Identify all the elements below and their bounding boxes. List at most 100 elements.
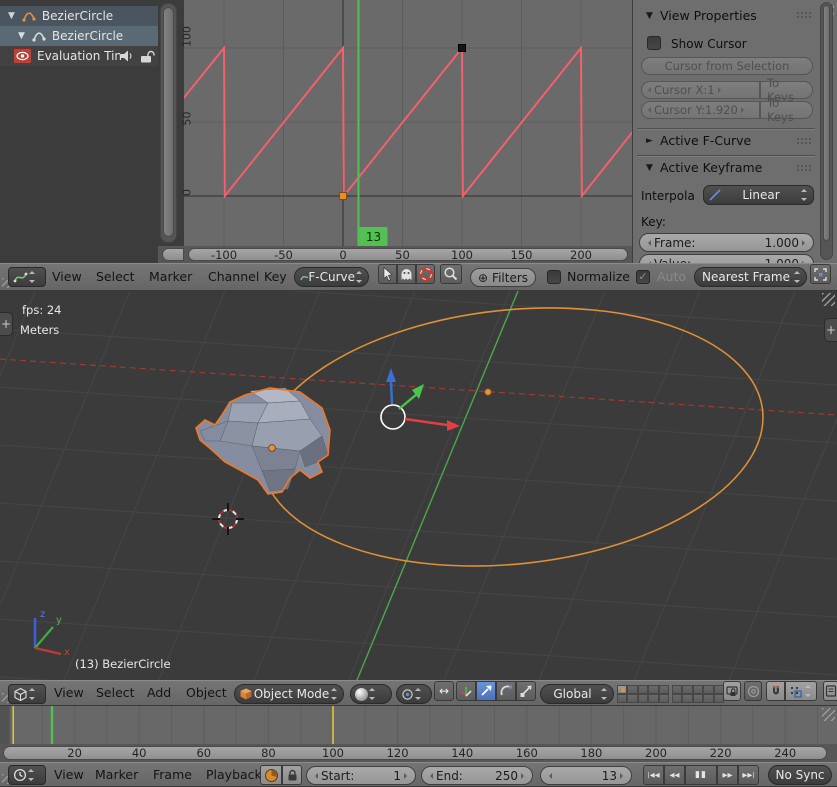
keyframe-frame-field[interactable]: Frame: 1.000 xyxy=(639,233,814,252)
panel-collapse-icon[interactable]: ► xyxy=(646,136,653,146)
render-ops-button[interactable] xyxy=(823,681,837,701)
current-frame-field[interactable]: 13 xyxy=(540,766,632,785)
panel-title[interactable]: Active Keyframe xyxy=(660,160,762,175)
cursor-y-field[interactable]: Cursor Y: 1.920 xyxy=(641,101,760,119)
keyframe-point[interactable] xyxy=(459,45,466,52)
channel-row-beziercircle-action[interactable]: ▼ BezierCircle xyxy=(0,26,158,46)
jump-to-start-button[interactable]: |◀◀ xyxy=(643,765,664,785)
menu-object[interactable]: Object xyxy=(186,685,227,700)
cursor-x-field[interactable]: Cursor X: 1 xyxy=(641,81,760,99)
pivot-point-dropdown[interactable] xyxy=(396,684,432,704)
layer-toggle[interactable] xyxy=(627,694,637,703)
channel-label[interactable]: BezierCircle xyxy=(42,9,113,23)
fcurve-sample-button[interactable] xyxy=(416,264,435,284)
menu-select[interactable]: Select xyxy=(96,685,135,700)
transform-axes-button[interactable] xyxy=(456,681,476,701)
interpolation-dropdown[interactable]: Linear xyxy=(703,185,814,205)
layer-toggle[interactable] xyxy=(659,694,669,703)
channel-label[interactable]: Evaluation Tin xyxy=(37,49,122,63)
manipulator-x-arrow-icon[interactable] xyxy=(447,420,460,431)
region-corner-grip[interactable] xyxy=(822,293,835,306)
normalize-label[interactable]: Normalize xyxy=(567,269,630,284)
editor-type-dropdown[interactable] xyxy=(8,684,46,704)
menu-key[interactable]: Key xyxy=(264,269,287,284)
panel-collapse-icon[interactable]: ▼ xyxy=(646,163,653,173)
layer-toggle[interactable] xyxy=(682,694,692,703)
fcurve-mode-dropdown[interactable]: F-Curve xyxy=(294,267,369,287)
jump-to-end-button[interactable]: ▶▶| xyxy=(738,765,759,785)
graph-vertical-scrollbar[interactable] xyxy=(160,3,177,243)
menu-view[interactable]: View xyxy=(52,269,82,284)
channel-row-beziercircle-object[interactable]: ▼ BezierCircle xyxy=(0,6,158,26)
layer-toggle[interactable] xyxy=(682,685,692,694)
layer-toggle[interactable] xyxy=(638,685,648,694)
layer-toggle[interactable] xyxy=(693,685,703,694)
menu-view[interactable]: View xyxy=(54,685,84,700)
panel-drag-dots[interactable] xyxy=(796,164,811,171)
layer-toggle[interactable] xyxy=(672,694,682,703)
ghost-curves-button[interactable] xyxy=(397,264,416,284)
prev-keyframe-button[interactable]: ◀◀ xyxy=(664,765,685,785)
channel-label[interactable]: BezierCircle xyxy=(52,29,123,43)
sync-mode-dropdown[interactable]: No Sync xyxy=(768,765,832,785)
layer-toggle[interactable] xyxy=(659,685,669,694)
layer-toggle[interactable] xyxy=(627,685,637,694)
properties-expand-tab[interactable]: + xyxy=(824,318,837,342)
panel-title[interactable]: Active F-Curve xyxy=(660,133,751,148)
layer-toggle[interactable] xyxy=(703,685,713,694)
timeline-scrollbar[interactable]: 20406080100120140160180200220240 xyxy=(0,744,837,762)
circle-origin-point[interactable] xyxy=(485,389,492,396)
transform-orientation-dropdown[interactable]: Global xyxy=(540,684,614,704)
toolbar-expand-tab[interactable]: + xyxy=(0,312,13,336)
layers-group-2[interactable] xyxy=(672,685,724,703)
menu-marker[interactable]: Marker xyxy=(95,767,138,782)
channel-mute-speaker-icon[interactable] xyxy=(120,49,135,64)
cursor-from-selection-button[interactable]: Cursor from Selection xyxy=(641,57,813,75)
select-cursor-tool-button[interactable] xyxy=(378,264,397,284)
time-display-toggle-button[interactable] xyxy=(260,765,282,785)
keyframe-point[interactable] xyxy=(340,193,347,200)
layers-group-1[interactable] xyxy=(617,685,669,703)
show-cursor-checkbox[interactable] xyxy=(647,36,661,50)
panel-drag-dots[interactable] xyxy=(796,11,811,18)
normalize-checkbox[interactable] xyxy=(547,270,561,284)
menu-add[interactable]: Add xyxy=(147,685,171,700)
channel-unlock-icon[interactable] xyxy=(139,49,155,64)
menu-select[interactable]: Select xyxy=(96,269,135,284)
layer-toggle[interactable] xyxy=(648,694,658,703)
layer-toggle[interactable] xyxy=(693,694,703,703)
menu-frame[interactable]: Frame xyxy=(153,767,192,782)
viewport-3d[interactable]: fps: 24 Meters z y x (13) BezierCircle +… xyxy=(0,291,837,680)
copy-keyframes-button[interactable] xyxy=(810,264,831,284)
menu-channel[interactable]: Channel xyxy=(208,269,259,284)
layer-toggle[interactable] xyxy=(617,694,627,703)
scale-manipulator-button[interactable] xyxy=(516,681,536,701)
cursor-3d[interactable] xyxy=(212,503,244,535)
manipulator-toggle-button[interactable]: ↔ xyxy=(434,681,454,701)
graph-horizontal-scrollbar[interactable]: -100-50050100150200 xyxy=(184,246,632,263)
viewport-shading-dropdown[interactable] xyxy=(350,684,392,704)
panel-scrollbar[interactable] xyxy=(820,2,833,260)
panel-title[interactable]: View Properties xyxy=(660,8,757,23)
layer-toggle[interactable] xyxy=(672,685,682,694)
auto-normalize-label[interactable]: Auto xyxy=(657,269,686,284)
snap-toggle-button[interactable] xyxy=(766,681,785,701)
expand-triangle-icon[interactable]: ▼ xyxy=(18,31,25,41)
proportional-edit-button[interactable] xyxy=(744,681,762,701)
timeline-track-area[interactable] xyxy=(0,706,837,744)
editor-type-dropdown[interactable] xyxy=(8,267,46,287)
manipulator-z-arrow-icon[interactable] xyxy=(386,368,396,382)
translate-manipulator-button[interactable] xyxy=(476,681,496,701)
pause-button[interactable]: ▮▮ xyxy=(685,765,717,785)
layer-toggle[interactable] xyxy=(703,694,713,703)
turtle-mesh-object[interactable] xyxy=(196,388,330,494)
rotate-manipulator-button[interactable] xyxy=(496,681,516,701)
expand-triangle-icon[interactable]: ▼ xyxy=(8,11,15,21)
transform-manipulator[interactable] xyxy=(381,368,460,431)
turtle-origin-point[interactable] xyxy=(269,445,276,452)
menu-playback[interactable]: Playback xyxy=(206,767,262,782)
editor-type-dropdown[interactable] xyxy=(8,765,46,785)
channel-visibility-eye-icon[interactable] xyxy=(13,48,32,64)
frame-end-field[interactable]: End: 250 xyxy=(421,766,533,785)
menu-marker[interactable]: Marker xyxy=(149,269,192,284)
